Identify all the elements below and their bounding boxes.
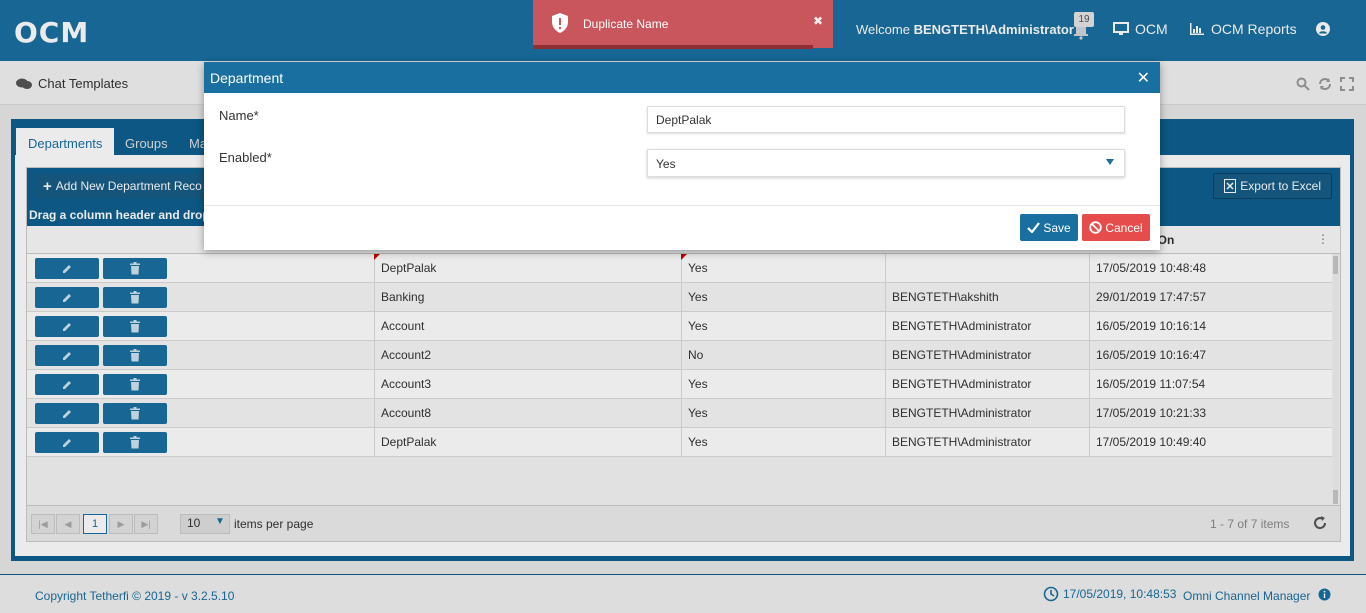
dialog-header: Department ✕ — [204, 62, 1160, 93]
error-toast: Duplicate Name ✖ — [533, 0, 833, 48]
enabled-select-value: Yes — [656, 157, 676, 171]
chevron-down-icon — [1106, 159, 1114, 165]
dialog-divider — [204, 205, 1160, 206]
save-button[interactable]: Save — [1020, 214, 1078, 241]
cancel-button[interactable]: Cancel — [1082, 214, 1150, 241]
enabled-select[interactable]: Yes — [647, 149, 1125, 177]
cancel-label: Cancel — [1105, 220, 1143, 235]
toast-progress-bar — [533, 45, 813, 49]
toast-close-icon[interactable]: ✖ — [813, 14, 823, 28]
ban-icon — [1089, 221, 1103, 234]
name-label: Name* — [219, 108, 259, 123]
department-dialog: Department ✕ Name* Enabled* Yes Save Can… — [204, 62, 1160, 250]
enabled-label: Enabled* — [219, 150, 272, 165]
dialog-close-icon[interactable]: ✕ — [1137, 68, 1150, 88]
check-icon — [1027, 222, 1041, 233]
toast-message: Duplicate Name — [583, 17, 669, 31]
dialog-title: Department — [210, 70, 284, 86]
name-input[interactable] — [647, 106, 1125, 133]
save-label: Save — [1043, 220, 1071, 235]
shield-alert-icon — [551, 12, 569, 37]
